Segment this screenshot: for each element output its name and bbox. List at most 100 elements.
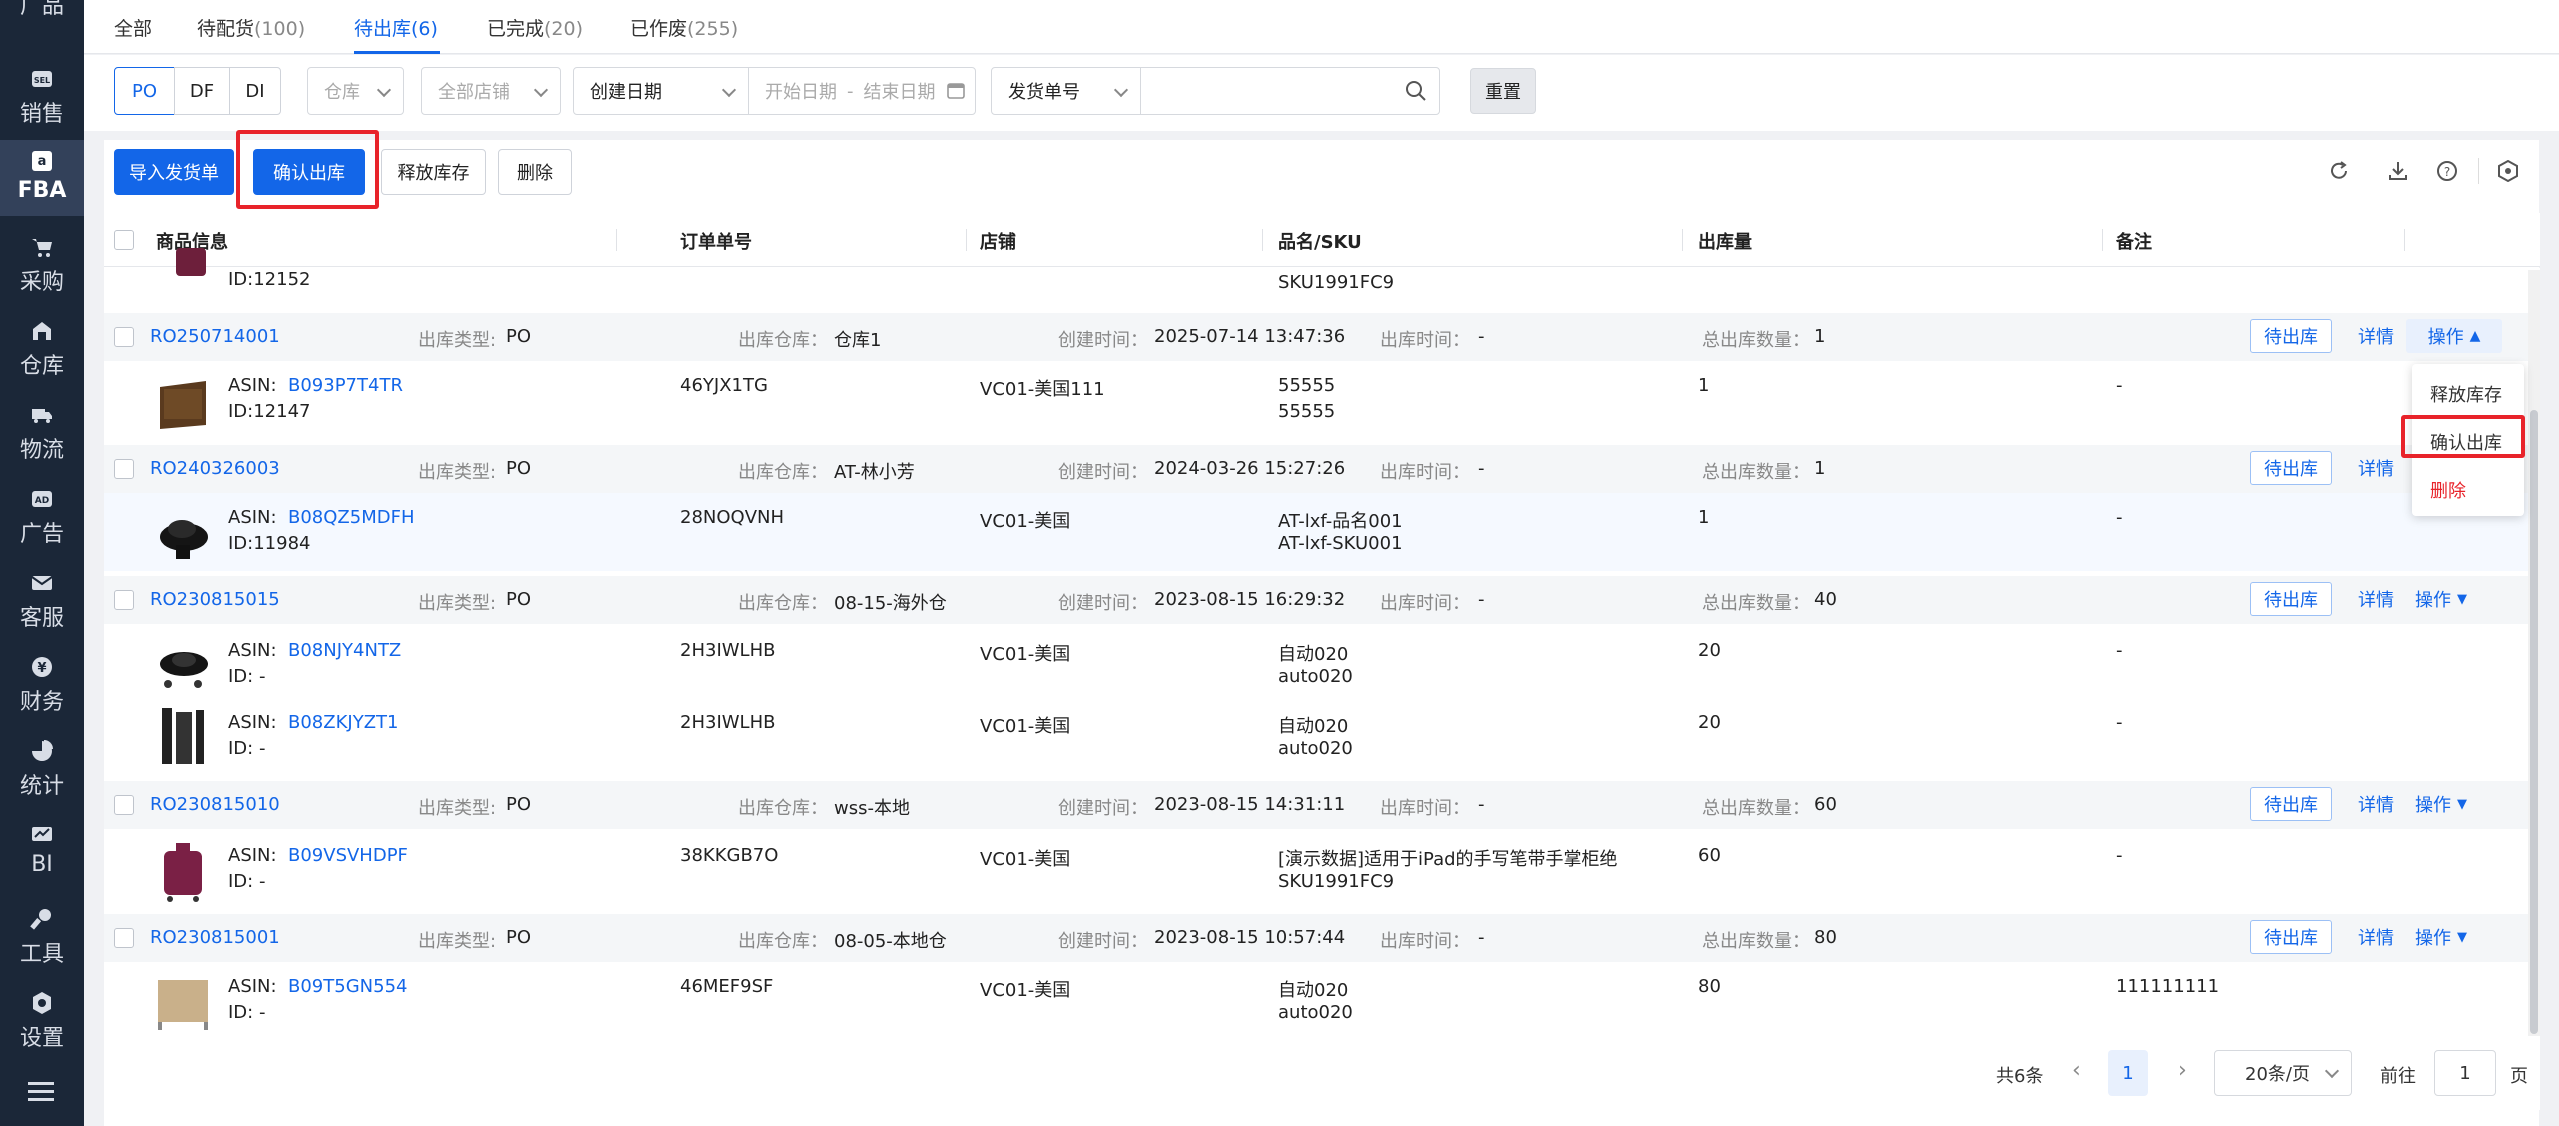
sidebar-item-logistics[interactable]: 物流 [0,394,84,474]
outbound-quantity: 1 [1698,375,1710,396]
asin-link[interactable]: B093P7T4TR [288,375,403,396]
order-number-link[interactable]: RO250714001 [150,326,280,347]
type-segment-di[interactable]: DI [229,67,281,115]
asin-label: ASIN: [228,507,277,528]
release-stock-button[interactable]: 释放库存 [381,149,486,195]
tab-all[interactable]: 全部 [114,14,152,41]
order-number: 38KKGB7O [680,845,779,866]
outbound-time-label: 出库时间： [1380,798,1470,819]
import-shipment-button[interactable]: 导入发货单 [114,149,234,195]
search-input[interactable] [1140,67,1440,115]
row-checkbox[interactable] [114,590,134,610]
status-badge: 待出库 [2250,582,2332,616]
operation-dropdown[interactable]: 操作 ▲ [2406,319,2502,353]
item-id: ID:12152 [228,269,311,290]
select-all-checkbox[interactable] [114,230,134,250]
sidebar-item-sales[interactable]: SEL 销售 [0,58,84,138]
detail-link[interactable]: 详情 [2356,920,2396,954]
table-row: ASIN: B08NJY4NTZ ID: - 2H3IWLHB VC01-美国 … [104,624,2540,696]
date-range-picker[interactable]: 开始日期 - 结束日期 [748,67,976,115]
row-checkbox[interactable] [114,459,134,479]
sidebar-item-finance[interactable]: ¥ 财务 [0,646,84,726]
sidebar: 广品 SEL 销售 a FBA 采购 仓库 物流 AD 广告 客服 ¥ 财务 统… [0,0,84,1126]
menu-item-delete[interactable]: 删除 [2430,477,2466,503]
goto-page-input[interactable]: 1 [2434,1050,2496,1096]
outbound-warehouse-value: 08-15-海外仓 [834,593,947,614]
date-type-select[interactable]: 创建日期 [573,67,749,115]
page-size-select[interactable]: 20条/页 [2214,1050,2352,1096]
menu-icon[interactable] [26,1080,58,1104]
column-settings-icon[interactable] [2495,158,2521,184]
tab-pending-allocation[interactable]: 待配货(100) [197,14,305,41]
order-number-link[interactable]: RO230815015 [150,589,280,610]
reset-button[interactable]: 重置 [1470,68,1536,114]
created-time-label: 创建时间： [1058,462,1148,483]
outbound-quantity: 20 [1698,712,1721,733]
download-icon[interactable] [2385,158,2411,184]
outbound-warehouse-label: 出库仓库： [738,593,828,614]
outbound-time-value: - [1478,458,1485,479]
outbound-quantity: 1 [1698,507,1710,528]
row-checkbox[interactable] [114,327,134,347]
remark: 111111111 [2116,976,2220,997]
shop-select[interactable]: 全部店铺 [421,67,561,115]
menu-item-release-stock[interactable]: 释放库存 [2430,381,2502,407]
asin-link[interactable]: B09T5GN554 [288,976,407,997]
help-icon[interactable]: ? [2434,158,2460,184]
ad-icon: AD [29,486,55,512]
sidebar-item-warehouse[interactable]: 仓库 [0,310,84,390]
refresh-icon[interactable] [2326,158,2352,184]
item-id: ID:11984 [228,533,311,554]
row-checkbox[interactable] [114,795,134,815]
warehouse-select[interactable]: 仓库 [307,67,404,115]
row-checkbox[interactable] [114,928,134,948]
sidebar-item-bi[interactable]: BI [0,814,84,894]
sidebar-item-settings[interactable]: 设置 [0,982,84,1062]
tab-voided[interactable]: 已作废(255) [630,14,738,41]
created-time-value: 2024-03-26 15:27:26 [1154,458,1346,479]
detail-link[interactable]: 详情 [2356,319,2396,353]
sidebar-item-label: 客服 [19,606,64,631]
sidebar-item-product[interactable]: 广品 [0,0,84,30]
order-row: RO250714001 出库类型: PO 出库仓库： 仓库1 创建时间： 202… [104,313,2540,361]
sidebar-item-purchase[interactable]: 采购 [0,226,84,306]
sidebar-item-fba[interactable]: a FBA [0,140,84,216]
outbound-time-value: - [1478,927,1485,948]
tab-pending-outbound[interactable]: 待出库(6) [354,14,438,41]
asin-link[interactable]: B08QZ5MDFH [288,507,414,528]
product-sku: 55555 [1278,401,1336,422]
sidebar-item-ads[interactable]: AD 广告 [0,478,84,558]
operation-dropdown[interactable]: 操作 ▼ [2406,787,2476,821]
created-time-label: 创建时间： [1058,330,1148,351]
next-page-icon[interactable]: › [2178,1058,2187,1083]
tab-completed[interactable]: 已完成(20) [487,14,583,41]
sidebar-item-stats[interactable]: 统计 [0,730,84,810]
detail-link[interactable]: 详情 [2356,582,2396,616]
sidebar-item-label: 工具 [19,942,64,967]
scrollbar-thumb[interactable] [2530,410,2538,1034]
asin-link[interactable]: B08ZKJYZT1 [288,712,398,733]
product-thumbnail [154,841,212,903]
type-segment-df[interactable]: DF [174,67,230,115]
type-segment-po[interactable]: PO [114,67,175,115]
outbound-type-value: PO [506,794,532,815]
search-icon[interactable] [1405,80,1427,107]
page-number-current[interactable]: 1 [2108,1050,2148,1096]
sidebar-item-service[interactable]: 客服 [0,562,84,642]
asin-link[interactable]: B09VSVHDPF [288,845,408,866]
detail-link[interactable]: 详情 [2356,451,2396,485]
product-thumbnail [162,248,220,292]
header-name-sku: 品名/SKU [1278,232,1362,253]
operation-dropdown[interactable]: 操作 ▼ [2406,582,2476,616]
prev-page-icon[interactable]: ‹ [2072,1058,2081,1083]
delete-button[interactable]: 删除 [498,149,572,195]
detail-link[interactable]: 详情 [2356,787,2396,821]
outbound-warehouse-label: 出库仓库： [738,798,828,819]
number-type-select[interactable]: 发货单号 [991,67,1141,115]
order-number-link[interactable]: RO230815001 [150,927,280,948]
asin-link[interactable]: B08NJY4NTZ [288,640,401,661]
operation-dropdown[interactable]: 操作 ▼ [2406,920,2476,954]
order-number-link[interactable]: RO240326003 [150,458,280,479]
sidebar-item-tools[interactable]: 工具 [0,898,84,978]
order-number-link[interactable]: RO230815010 [150,794,280,815]
